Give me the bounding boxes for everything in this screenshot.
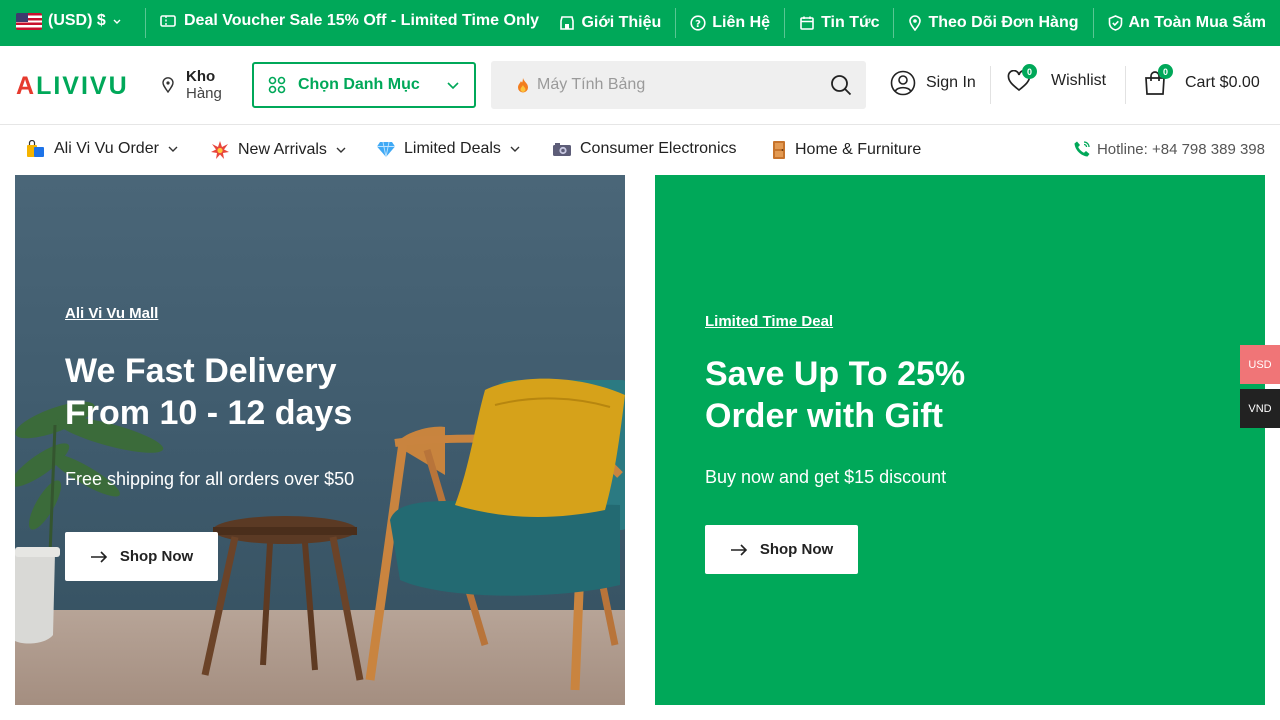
chevron-down-icon [112,16,122,26]
door-icon [771,140,787,160]
shop-now-button[interactable]: Shop Now [65,532,218,581]
top-link-label: Tin Tức [821,14,880,31]
divider [1125,66,1126,104]
banner-description: Free shipping for all orders over $50 [65,469,355,489]
shopping-bags-icon [26,140,46,158]
store-icon [559,15,575,31]
top-link-label: Theo Dõi Đơn Hàng [928,14,1079,31]
nav-item-label: New Arrivals [238,141,327,158]
cart-link[interactable]: 0 Cart $0.00 [1143,64,1260,96]
us-flag-icon [16,12,42,30]
banner-title: We Fast Delivery From 10 - 12 days [65,352,353,432]
sign-in-label: Sign In [926,74,976,91]
shop-now-label: Shop Now [119,548,194,565]
search-input[interactable] [537,76,830,94]
nav-item-ali-vi-vu-order[interactable]: Ali Vi Vu Order [26,140,179,158]
nav-item-label: Consumer Electronics [580,140,737,157]
chevron-down-icon [446,78,460,92]
cart-count-badge: 0 [1158,64,1173,79]
warehouse-label-2: Hàng [186,85,222,102]
deal-banner[interactable]: Deal Voucher Sale 15% Off - Limited Time… [160,12,539,30]
top-link-theo-doi-don-hang[interactable]: Theo Dõi Đơn Hàng [893,8,1092,38]
fire-icon [517,77,529,93]
burst-icon [210,140,230,160]
chevron-down-icon [335,144,347,156]
currency-usd-tab[interactable]: USD [1240,345,1280,384]
top-link-label: Liên Hệ [712,14,771,31]
top-link-lien-he[interactable]: ? Liên Hệ [675,8,784,38]
banner-subtitle[interactable]: Ali Vi Vu Mall [65,305,158,322]
help-circle-icon: ? [690,15,706,31]
nav-item-consumer-electronics[interactable]: Consumer Electronics [552,140,737,158]
nav-item-home-furniture[interactable]: Home & Furniture [771,140,921,160]
category-button-label: Chọn Danh Mục [298,76,420,93]
warehouse-selector[interactable]: Kho Hàng [162,68,222,102]
cart-label: Cart $0.00 [1185,74,1260,91]
site-logo[interactable]: ALIVIVU [16,72,129,101]
divider [145,8,146,38]
category-button[interactable]: Chọn Danh Mục [252,62,476,108]
wishlist-icon-wrap: 0 [1007,64,1037,92]
location-pin-icon [908,15,922,31]
nav-item-label: Limited Deals [404,140,501,157]
cart-icon-wrap: 0 [1143,64,1173,96]
calendar-icon [799,15,815,31]
nav-item-label: Home & Furniture [795,141,922,158]
top-link-tin-tuc[interactable]: Tin Tức [784,8,893,38]
top-link-label: Giới Thiệu [581,14,662,31]
wishlist-label: Wishlist [1051,72,1107,89]
search-icon[interactable] [830,74,852,96]
shield-check-icon [1108,15,1123,31]
banner-limited-deal: Limited Time Deal Save Up To 25% Order w… [655,175,1265,705]
top-link-an-toan-mua-sam[interactable]: An Toàn Mua Sắm [1092,8,1280,38]
banner-delivery: Ali Vi Vu Mall We Fast Delivery From 10 … [15,175,625,705]
top-links: Giới Thiệu ? Liên Hệ Tin Tức Theo Dõi Đơ… [545,0,1280,46]
sign-in-link[interactable]: Sign In [890,70,976,96]
ticket-icon [160,14,176,28]
shop-now-label: Shop Now [759,541,834,558]
phone-icon [1073,140,1091,158]
nav-item-label: Ali Vi Vu Order [54,140,159,157]
shop-now-button[interactable]: Shop Now [705,525,858,574]
chevron-down-icon [167,143,179,155]
category-nav: Ali Vi Vu Order New Arrivals Limited Dea… [0,126,1280,174]
nav-item-new-arrivals[interactable]: New Arrivals [210,140,347,160]
search-bar [491,61,866,109]
arrow-right-icon [90,550,108,563]
diamond-icon [376,140,396,158]
top-link-label: An Toàn Mua Sắm [1128,14,1267,31]
warehouse-label: Kho [186,68,216,85]
camera-icon [552,141,572,157]
banner-description: Buy now and get $15 discount [705,467,947,487]
wishlist-link[interactable]: 0 Wishlist [1007,64,1107,92]
top-bar: (USD) $ Deal Voucher Sale 15% Off - Limi… [0,0,1280,46]
chevron-down-icon [509,143,521,155]
user-icon [890,70,916,96]
hotline[interactable]: Hotline: +84 798 389 398 [1073,140,1265,158]
currency-vnd-tab[interactable]: VND [1240,389,1280,428]
svg-text:?: ? [695,19,701,30]
nav-item-limited-deals[interactable]: Limited Deals [376,140,521,158]
main-header: ALIVIVU Kho Hàng Chọn Danh Mục Sign In [0,46,1280,125]
arrow-right-icon [730,543,748,556]
deal-text: Deal Voucher Sale 15% Off - Limited Time… [184,12,540,29]
top-link-gioi-thieu[interactable]: Giới Thiệu [545,8,675,38]
currency-selector[interactable]: (USD) $ [16,12,122,30]
currency-label: (USD) $ [48,12,106,29]
banner-title: Save Up To 25% Order with Gift [705,355,966,435]
grid-icon [268,76,286,94]
location-pin-icon [162,77,174,93]
banner-subtitle[interactable]: Limited Time Deal [705,313,833,330]
wishlist-count-badge: 0 [1022,64,1037,79]
furniture-illustration [15,378,625,691]
hotline-text: Hotline: +84 798 389 398 [1096,140,1265,158]
divider [990,66,991,104]
